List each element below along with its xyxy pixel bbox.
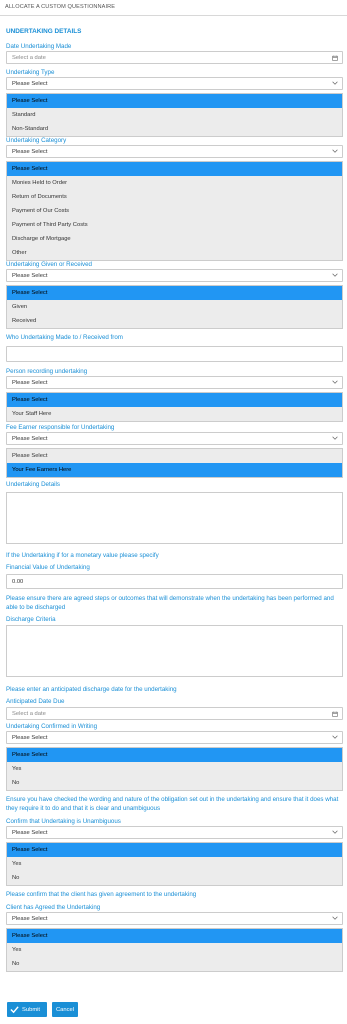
person-value: Please Select xyxy=(12,379,48,386)
type-select[interactable]: Please Select xyxy=(6,77,343,90)
option-please-select[interactable]: Please Select xyxy=(7,162,342,176)
option-please-select[interactable]: Please Select xyxy=(7,286,342,300)
check-icon xyxy=(10,1006,19,1014)
client-agreed-select[interactable]: Please Select xyxy=(6,912,343,925)
option-return-documents[interactable]: Return of Documents xyxy=(7,190,342,204)
option-no[interactable]: No xyxy=(7,957,342,971)
person-options: Please Select Your Staff Here xyxy=(6,392,343,422)
calendar-icon[interactable] xyxy=(332,55,338,61)
client-agreed-label: Client has Agreed the Undertaking xyxy=(6,904,101,911)
option-your-staff[interactable]: Your Staff Here xyxy=(7,407,342,421)
option-please-select[interactable]: Please Select xyxy=(7,929,342,943)
chevron-down-icon xyxy=(332,380,338,384)
chevron-down-icon xyxy=(332,436,338,440)
option-discharge-mortgage[interactable]: Discharge of Mortgage xyxy=(7,232,342,246)
submit-button[interactable]: Submit xyxy=(7,1002,47,1017)
section-title: UNDERTAKING DETAILS xyxy=(6,28,82,35)
financial-value: 0.00 xyxy=(12,578,24,585)
option-your-fee-earners[interactable]: Your Fee Earners Here xyxy=(7,463,342,477)
option-given[interactable]: Given xyxy=(7,300,342,314)
anticipated-input[interactable]: Select a date xyxy=(6,707,343,720)
details-textarea[interactable] xyxy=(6,492,343,544)
unambiguous-value: Please Select xyxy=(12,829,48,836)
given-received-select[interactable]: Please Select xyxy=(6,269,343,282)
date-made-placeholder: Select a date xyxy=(12,54,46,61)
unambiguous-options: Please Select Yes No xyxy=(6,842,343,886)
page-header: ALLOCATE A CUSTOM QUESTIONNAIRE xyxy=(0,0,347,16)
date-made-input[interactable]: Select a date xyxy=(6,51,343,64)
type-options: Please Select Standard Non-Standard xyxy=(6,93,343,137)
option-non-standard[interactable]: Non-Standard xyxy=(7,122,342,136)
category-select[interactable]: Please Select xyxy=(6,145,343,158)
unambiguous-label: Confirm that Undertaking is Unambiguous xyxy=(6,818,121,825)
client-agreed-options: Please Select Yes No xyxy=(6,928,343,972)
type-value: Please Select xyxy=(12,80,48,87)
steps-note: Please ensure there are agreed steps or … xyxy=(6,595,334,611)
anticipated-placeholder: Select a date xyxy=(12,710,46,717)
discharge-textarea[interactable] xyxy=(6,625,343,677)
fee-earner-options: Please Select Your Fee Earners Here xyxy=(6,448,343,478)
ensure-note: Ensure you have checked the wording and … xyxy=(6,796,339,812)
person-label: Person recording undertaking xyxy=(6,368,88,375)
option-yes[interactable]: Yes xyxy=(7,943,342,957)
cancel-label: Cancel xyxy=(55,1006,75,1013)
option-standard[interactable]: Standard xyxy=(7,108,342,122)
given-received-label: Undertaking Given or Received xyxy=(6,261,92,268)
option-please-select[interactable]: Please Select xyxy=(7,94,342,108)
monetary-note: If the Undertaking if for a monetary val… xyxy=(6,552,159,559)
category-label: Undertaking Category xyxy=(6,137,67,144)
chevron-down-icon xyxy=(332,81,338,85)
fee-earner-value: Please Select xyxy=(12,435,48,442)
option-other[interactable]: Other xyxy=(7,246,342,260)
option-received[interactable]: Received xyxy=(7,314,342,328)
fee-earner-select[interactable]: Please Select xyxy=(6,432,343,445)
financial-label: Financial Value of Undertaking xyxy=(6,564,90,571)
person-select[interactable]: Please Select xyxy=(6,376,343,389)
unambiguous-select[interactable]: Please Select xyxy=(6,826,343,839)
made-to-label: Who Undertaking Made to / Received from xyxy=(6,334,123,341)
option-no[interactable]: No xyxy=(7,776,342,790)
anticipated-note: Please enter an anticipated discharge da… xyxy=(6,686,177,693)
option-please-select[interactable]: Please Select xyxy=(7,393,342,407)
option-payment-our-costs[interactable]: Payment of Our Costs xyxy=(7,204,342,218)
chevron-down-icon xyxy=(332,916,338,920)
details-label: Undertaking Details xyxy=(6,481,60,488)
financial-input[interactable]: 0.00 xyxy=(6,574,343,589)
fee-earner-label: Fee Earner responsible for Undertaking xyxy=(6,424,115,431)
made-to-input[interactable] xyxy=(6,346,343,362)
confirmed-select[interactable]: Please Select xyxy=(6,731,343,744)
client-note: Please confirm that the client has given… xyxy=(6,891,197,898)
confirmed-options: Please Select Yes No xyxy=(6,747,343,791)
option-please-select[interactable]: Please Select xyxy=(7,449,342,463)
confirmed-label: Undertaking Confirmed in Writing xyxy=(6,723,98,730)
option-monies-held[interactable]: Monies Held to Order xyxy=(7,176,342,190)
option-payment-third-party[interactable]: Payment of Third Party Costs xyxy=(7,218,342,232)
category-options: Please Select Monies Held to Order Retur… xyxy=(6,161,343,261)
page-title: ALLOCATE A CUSTOM QUESTIONNAIRE xyxy=(5,4,116,10)
category-value: Please Select xyxy=(12,148,48,155)
chevron-down-icon xyxy=(332,149,338,153)
given-received-options: Please Select Given Received xyxy=(6,285,343,329)
cancel-button[interactable]: Cancel xyxy=(52,1002,78,1017)
chevron-down-icon xyxy=(332,273,338,277)
form: UNDERTAKING DETAILS Date Undertaking Mad… xyxy=(0,28,347,972)
calendar-icon[interactable] xyxy=(332,711,338,717)
type-label: Undertaking Type xyxy=(6,69,55,76)
given-received-value: Please Select xyxy=(12,272,48,279)
discharge-label: Discharge Criteria xyxy=(6,616,56,623)
chevron-down-icon xyxy=(332,735,338,739)
option-yes[interactable]: Yes xyxy=(7,857,342,871)
anticipated-label: Anticipated Date Due xyxy=(6,698,65,705)
option-no[interactable]: No xyxy=(7,871,342,885)
submit-label: Submit xyxy=(22,1006,41,1013)
option-please-select[interactable]: Please Select xyxy=(7,748,342,762)
date-made-label: Date Undertaking Made xyxy=(6,43,72,50)
option-yes[interactable]: Yes xyxy=(7,762,342,776)
chevron-down-icon xyxy=(332,830,338,834)
client-agreed-value: Please Select xyxy=(12,915,48,922)
confirmed-value: Please Select xyxy=(12,734,48,741)
option-please-select[interactable]: Please Select xyxy=(7,843,342,857)
